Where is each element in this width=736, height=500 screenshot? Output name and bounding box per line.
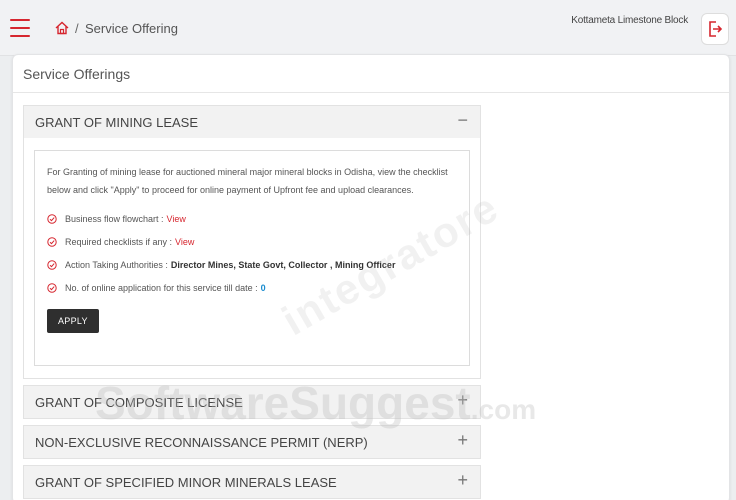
list-item: Action Taking Authorities : Director Min… — [47, 253, 457, 276]
accordion-header-nerp[interactable]: NON-EXCLUSIVE RECONNAISSANCE PERMIT (NER… — [24, 426, 480, 458]
check-circle-icon — [47, 282, 57, 293]
accordion-panel-mining-lease: GRANT OF MINING LEASE − For Granting of … — [23, 105, 481, 379]
service-accordion: GRANT OF MINING LEASE − For Granting of … — [23, 105, 481, 500]
authorities-value: Director Mines, State Govt, Collector , … — [170, 259, 396, 270]
expand-icon[interactable]: + — [457, 431, 468, 449]
check-circle-icon — [47, 259, 57, 270]
expand-icon[interactable]: + — [457, 471, 468, 489]
apply-button[interactable]: APPLY — [47, 309, 99, 333]
service-details-box: For Granting of mining lease for auction… — [34, 150, 470, 366]
accordion-title: NON-EXCLUSIVE RECONNAISSANCE PERMIT (NER… — [35, 435, 368, 450]
checklist-view-link[interactable]: View — [175, 237, 194, 247]
check-circle-icon — [47, 213, 57, 224]
hamburger-menu-icon[interactable] — [10, 19, 30, 37]
accordion-panel-nerp: NON-EXCLUSIVE RECONNAISSANCE PERMIT (NER… — [23, 425, 481, 459]
accordion-title: GRANT OF COMPOSITE LICENSE — [35, 395, 243, 410]
accordion-title: GRANT OF SPECIFIED MINOR MINERALS LEASE — [35, 475, 337, 490]
accordion-panel-composite-license: GRANT OF COMPOSITE LICENSE + — [23, 385, 481, 419]
application-count: 0 — [260, 282, 266, 293]
home-icon[interactable] — [55, 21, 69, 35]
item-label: Action Taking Authorities : — [65, 259, 168, 270]
collapse-icon[interactable]: − — [457, 111, 468, 129]
list-item: Business flow flowchart : View — [47, 207, 457, 230]
item-label: Business flow flowchart : — [65, 213, 164, 224]
accordion-body: For Granting of mining lease for auction… — [24, 138, 480, 378]
top-bar: / Service Offering Kottameta Limestone B… — [0, 0, 736, 56]
accordion-title: GRANT OF MINING LEASE — [35, 115, 199, 130]
accordion-panel-minor-minerals-lease: GRANT OF SPECIFIED MINOR MINERALS LEASE … — [23, 465, 481, 499]
list-item: Required checklists if any : View — [47, 230, 457, 253]
service-description: For Granting of mining lease for auction… — [47, 167, 448, 195]
breadcrumb-current-page: Service Offering — [85, 21, 178, 36]
block-name: Kottameta Limestone Block — [571, 15, 688, 26]
item-label: No. of online application for this servi… — [65, 282, 258, 293]
accordion-header-mining-lease[interactable]: GRANT OF MINING LEASE − — [24, 106, 480, 138]
item-label: Required checklists if any : — [65, 236, 173, 247]
breadcrumb-separator: / — [75, 21, 79, 36]
logout-button[interactable] — [701, 13, 729, 45]
card-title: Service Offerings — [13, 55, 729, 93]
flowchart-view-link[interactable]: View — [167, 214, 186, 224]
accordion-header-minor-minerals-lease[interactable]: GRANT OF SPECIFIED MINOR MINERALS LEASE … — [24, 466, 480, 498]
expand-icon[interactable]: + — [457, 391, 468, 409]
accordion-header-composite-license[interactable]: GRANT OF COMPOSITE LICENSE + — [24, 386, 480, 418]
list-item: No. of online application for this servi… — [47, 276, 457, 299]
service-offerings-card: Service Offerings GRANT OF MINING LEASE … — [12, 54, 730, 500]
check-circle-icon — [47, 236, 57, 247]
logout-icon — [709, 21, 723, 37]
